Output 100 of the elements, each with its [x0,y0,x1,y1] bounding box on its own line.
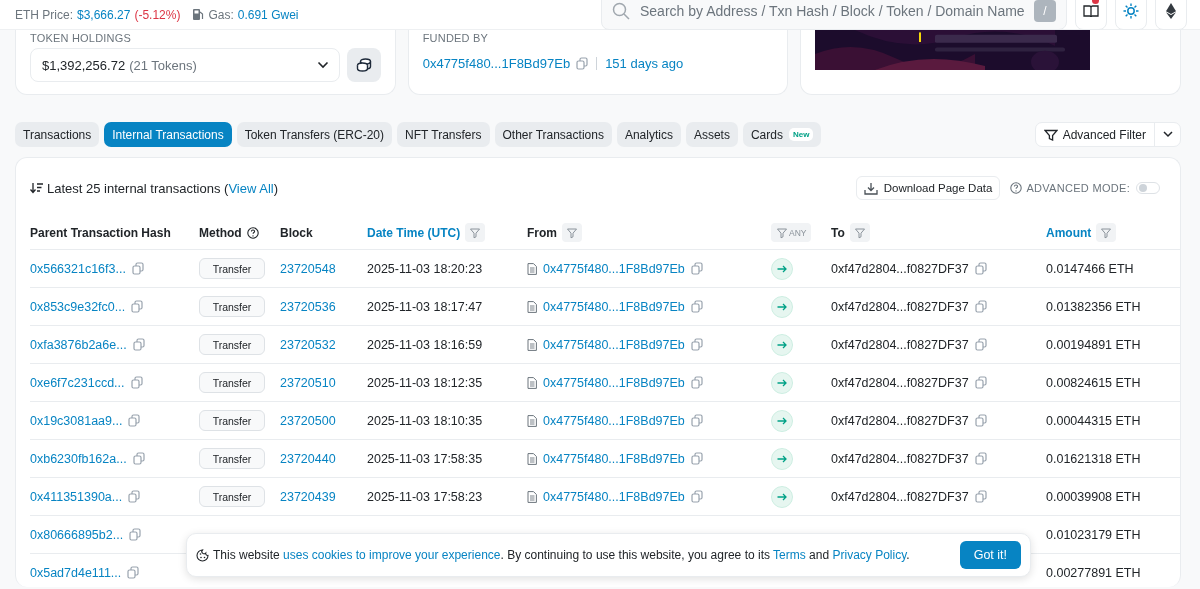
block-link[interactable]: 23720536 [280,299,336,314]
gas-label: Gas: [208,7,234,22]
cookie-icon [196,548,209,562]
transaction-hash-link[interactable]: 0x566321c16f3... [30,261,126,276]
book-button[interactable] [1075,0,1107,30]
copy-icon [974,414,987,427]
token-holdings-label: TOKEN HOLDINGS [30,32,132,44]
copy-icon [131,262,144,275]
from-address-link[interactable]: 0x4775f480...1F8Bd97Eb [543,299,685,314]
from-address-link[interactable]: 0x4775f480...1F8Bd97Eb [543,261,685,276]
tab[interactable]: Internal Transactions [104,122,232,147]
token-holdings-value: $1,392,256.72 [42,57,126,73]
theme-button[interactable] [1115,0,1147,30]
new-badge: New [788,128,814,141]
accept-button[interactable]: Got it! [959,541,1021,569]
transaction-hash-link[interactable]: 0xe6f7c231ccd... [30,375,125,390]
copy-icon [690,414,703,427]
filter-button[interactable] [465,223,486,242]
from-address-link[interactable]: 0x4775f480...1F8Bd97Eb [543,451,685,466]
view-all-link[interactable]: View All [228,180,274,196]
document-icon [527,338,537,351]
block-link[interactable]: 23720439 [280,489,336,504]
to-address: 0xf47d2804...f0827DF37 [831,337,969,352]
arrow-right-icon [771,447,793,470]
cookie-notice: This website uses cookies to improve your experience. By continuing to use this website, you agree to its Terms and Privacy Policy. [213,548,911,562]
transaction-hash-link[interactable]: 0x19c3081aa9... [30,413,123,428]
transaction-hash-link[interactable]: 0xfa3876b2a6e... [30,337,127,352]
token-holdings-dropdown[interactable]: $1,392,256.72 (21 Tokens) [30,48,340,82]
shortcut-key: / [1034,0,1056,22]
transaction-hash-link[interactable]: 0xb6230fb162a... [30,451,127,466]
arrow-right-icon [771,333,793,356]
table-summary: Latest 25 internal transactions (View All) [47,180,279,196]
column-header[interactable]: Amount [1046,225,1092,240]
network-button[interactable] [1155,0,1187,30]
column-header: Block [280,225,313,240]
filter-button[interactable] [849,223,870,242]
from-address-link[interactable]: 0x4775f480...1F8Bd97Eb [543,375,685,390]
amount: 0.00039908 ETH [1046,489,1141,504]
tab[interactable]: Analytics [616,122,681,147]
copy-icon [132,452,145,465]
block-link[interactable]: 23720532 [280,337,336,352]
from-address-link[interactable]: 0x4775f480...1F8Bd97Eb [543,337,685,352]
transaction-hash-link[interactable]: 0x80666895b2... [30,527,124,542]
download-button[interactable]: Download Page Data [855,176,1001,200]
eth-price: $3,666.27 [77,7,131,22]
from-address-link[interactable]: 0x4775f480...1F8Bd97Eb [543,413,685,428]
cookie-policy-link[interactable]: Terms [773,548,806,562]
column-header: Parent Transaction Hash [30,225,171,240]
gas-price: 0.691 Gwei [237,7,299,22]
copy-icon [974,338,987,351]
amount: 0.01382356 ETH [1046,299,1141,314]
transaction-hash-link[interactable]: 0x411351390a... [30,489,123,504]
to-address: 0xf47d2804...f0827DF37 [831,261,969,276]
filter-icon [776,226,788,239]
copy-icon [130,376,143,389]
amount: 0.00824615 ETH [1046,375,1141,390]
any-filter-chip[interactable]: ANY [771,223,812,242]
funder-address-link[interactable]: 0x4775f480...1F8Bd97Eb [422,56,571,71]
date-time: 2025-11-03 18:16:59 [367,337,483,352]
filter-icon [566,226,578,239]
help-icon [246,226,259,239]
to-address: 0xf47d2804...f0827DF37 [831,375,969,390]
transaction-hash-link[interactable]: 0x853c9e32fc0... [30,299,126,314]
advanced-mode-label: ADVANCED MODE: [1026,182,1130,194]
date-time: 2025-11-03 17:58:35 [367,451,483,466]
block-link[interactable]: 23720500 [280,413,336,428]
block-link[interactable]: 23720440 [280,451,336,466]
book-icon [1083,3,1099,18]
download-icon [863,181,878,195]
tab[interactable]: Token Transfers (ERC-20) [236,122,393,147]
block-link[interactable]: 23720510 [280,375,336,390]
amount: 0.00194891 ETH [1046,337,1141,352]
column-header: Method [199,225,242,240]
tab[interactable]: Cards New [742,122,822,147]
tab[interactable]: Transactions [15,122,100,147]
copy-icon [690,490,703,503]
transaction-hash-link[interactable]: 0x5ad7d4e111... [30,565,122,580]
tab[interactable]: Other Transactions [494,122,612,147]
filter-button[interactable] [562,223,582,242]
coins-button[interactable] [346,48,381,82]
copy-icon [127,566,140,579]
from-address-link[interactable]: 0x4775f480...1F8Bd97Eb [543,489,685,504]
filter-icon [853,226,866,239]
date-time: 2025-11-03 18:12:35 [367,375,483,390]
copy-icon [576,57,589,70]
tab[interactable]: NFT Transfers [397,122,490,147]
funded-age-link[interactable]: 151 days ago [605,56,684,71]
document-icon [527,414,537,427]
amount: 0.00277891 ETH [1046,565,1141,580]
eth-price-change: (-5.12%) [134,7,181,22]
tab[interactable]: Assets [685,122,738,147]
column-header[interactable]: Date Time (UTC) [367,225,461,240]
document-icon [527,452,537,465]
token-count: (21 Tokens) [129,57,197,73]
block-link[interactable]: 23720548 [280,261,336,276]
filter-button[interactable] [1096,223,1117,242]
diamond-icon [1166,2,1176,19]
document-icon [527,300,537,313]
date-time: 2025-11-03 18:20:23 [367,261,483,276]
column-header: From [527,225,557,240]
